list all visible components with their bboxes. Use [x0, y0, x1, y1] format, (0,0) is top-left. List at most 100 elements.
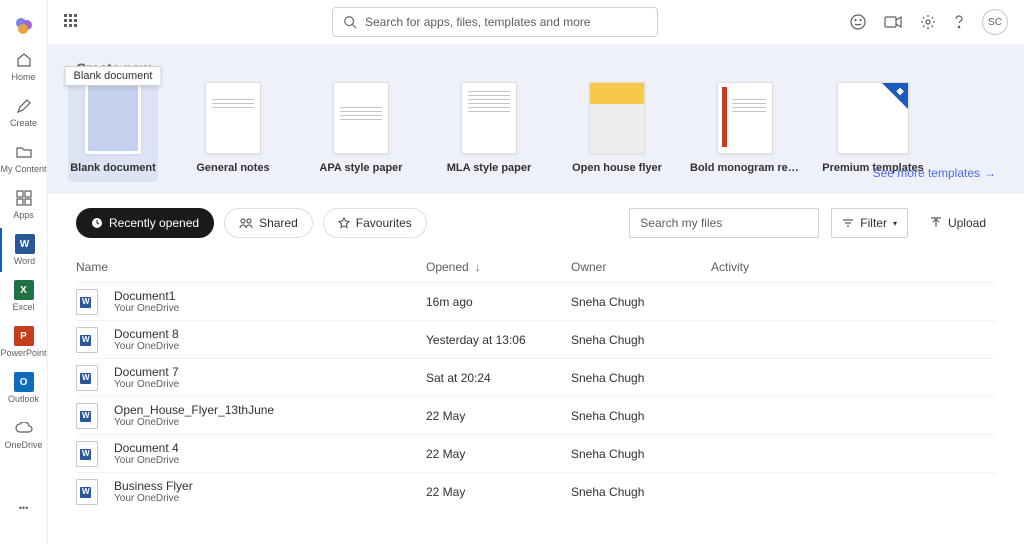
- table-row[interactable]: Business FlyerYour OneDrive22 MaySneha C…: [76, 472, 996, 510]
- arrow-right-icon: →: [984, 166, 996, 180]
- clock-icon: [91, 217, 103, 229]
- chevron-down-icon: ▾: [893, 219, 897, 228]
- search-my-files-input[interactable]: [629, 208, 819, 238]
- template-thumb: [589, 82, 645, 154]
- table-row[interactable]: Document1Your OneDrive 16m agoSneha Chugh: [76, 282, 996, 320]
- template-thumb: [85, 82, 141, 154]
- pencil-icon: [14, 96, 34, 116]
- filter-button[interactable]: Filter ▾: [831, 208, 908, 238]
- emoji-icon[interactable]: [850, 14, 866, 30]
- word-document-icon: [76, 327, 98, 353]
- template-thumb: [333, 82, 389, 154]
- file-location: Your OneDrive: [114, 417, 274, 428]
- create-new-heading: Create new: [76, 60, 996, 76]
- filter-icon: [842, 218, 854, 228]
- file-title: Business Flyer: [114, 479, 193, 493]
- table-row[interactable]: Document 4Your OneDrive 22 MaySneha Chugh: [76, 434, 996, 472]
- word-document-icon: [76, 479, 98, 505]
- file-owner: Sneha Chugh: [571, 333, 711, 347]
- word-document-icon: [76, 403, 98, 429]
- rail-outlook[interactable]: O Outlook: [0, 366, 48, 410]
- app-rail: Home Create My Content Apps W Word X Exc…: [0, 0, 48, 544]
- more-icon: •••: [14, 498, 34, 518]
- file-title: Document 8: [114, 327, 179, 341]
- rail-logo[interactable]: [0, 10, 48, 42]
- video-icon[interactable]: [884, 15, 902, 29]
- powerpoint-icon: P: [14, 326, 34, 346]
- upload-button[interactable]: Upload: [920, 208, 996, 238]
- file-opened: 22 May: [426, 447, 571, 461]
- main-content: SC Create new Blank document Blank docum…: [48, 0, 1024, 544]
- tab-favourites[interactable]: Favourites: [323, 208, 427, 238]
- outlook-icon: O: [14, 372, 34, 392]
- file-location: Your OneDrive: [114, 341, 179, 352]
- apps-icon: [14, 188, 34, 208]
- star-icon: [338, 217, 350, 229]
- template-thumb: [205, 82, 261, 154]
- tab-recently-opened[interactable]: Recently opened: [76, 208, 214, 238]
- excel-icon: X: [14, 280, 34, 300]
- word-document-icon: [76, 365, 98, 391]
- file-opened: 22 May: [426, 485, 571, 499]
- rail-onedrive[interactable]: OneDrive: [0, 412, 48, 456]
- col-activity[interactable]: Activity: [711, 260, 996, 274]
- search-input[interactable]: [365, 15, 647, 29]
- file-owner: Sneha Chugh: [571, 447, 711, 461]
- rail-mycontent[interactable]: My Content: [0, 136, 48, 180]
- file-title: Document 4: [114, 441, 179, 455]
- template-blank-document[interactable]: Blank document Blank document: [68, 74, 158, 182]
- settings-icon[interactable]: [920, 14, 936, 30]
- file-opened: 22 May: [426, 409, 571, 423]
- template-thumb: [461, 82, 517, 154]
- rail-powerpoint[interactable]: P PowerPoint: [0, 320, 48, 364]
- col-opened[interactable]: Opened ↓: [426, 260, 571, 274]
- word-document-icon: [76, 289, 98, 315]
- template-general-notes[interactable]: General notes: [188, 82, 278, 174]
- col-name[interactable]: Name: [76, 260, 426, 274]
- file-location: Your OneDrive: [114, 455, 179, 466]
- m365-logo-icon: [14, 16, 34, 36]
- col-owner[interactable]: Owner: [571, 260, 711, 274]
- topbar: SC: [48, 0, 1024, 44]
- table-row[interactable]: Document 8Your OneDrive Yesterday at 13:0…: [76, 320, 996, 358]
- app-launcher-icon[interactable]: [64, 14, 80, 30]
- template-open-house-flyer[interactable]: Open house flyer: [572, 82, 662, 174]
- global-search[interactable]: [332, 7, 658, 37]
- file-title: Document1: [114, 289, 179, 303]
- template-apa-paper[interactable]: APA style paper: [316, 82, 406, 174]
- rail-word[interactable]: W Word: [0, 228, 48, 272]
- table-header: Name Opened ↓ Owner Activity: [76, 252, 996, 282]
- template-bold-monogram[interactable]: Bold monogram res...: [700, 82, 790, 174]
- file-owner: Sneha Chugh: [571, 295, 711, 309]
- template-thumb: ◆: [837, 82, 909, 154]
- rail-apps[interactable]: Apps: [0, 182, 48, 226]
- rail-home[interactable]: Home: [0, 44, 48, 88]
- template-premium[interactable]: ◆ Premium templates: [828, 82, 918, 174]
- upload-icon: [930, 217, 942, 229]
- file-opened: Sat at 20:24: [426, 371, 571, 385]
- file-title: Document 7: [114, 365, 179, 379]
- help-icon[interactable]: [954, 14, 964, 30]
- search-icon: [343, 15, 357, 29]
- sort-down-icon: ↓: [475, 260, 481, 274]
- user-avatar[interactable]: SC: [982, 9, 1008, 35]
- file-filter-bar: Recently opened Shared Favourites Filter…: [48, 194, 1024, 252]
- tab-shared[interactable]: Shared: [224, 208, 313, 238]
- file-opened: 16m ago: [426, 295, 571, 309]
- see-more-templates-link[interactable]: See more templates →: [873, 166, 996, 180]
- file-opened: Yesterday at 13:06: [426, 333, 571, 347]
- table-row[interactable]: Open_House_Flyer_13thJuneYour OneDrive22…: [76, 396, 996, 434]
- table-row[interactable]: Document 7Your OneDriveSat at 20:24Sneha…: [76, 358, 996, 396]
- file-owner: Sneha Chugh: [571, 371, 711, 385]
- file-owner: Sneha Chugh: [571, 485, 711, 499]
- rail-create[interactable]: Create: [0, 90, 48, 134]
- rail-more[interactable]: •••: [0, 492, 48, 524]
- create-new-panel: Create new Blank document Blank document…: [48, 44, 1024, 194]
- premium-diamond-icon: ◆: [896, 86, 904, 97]
- template-mla-paper[interactable]: MLA style paper: [444, 82, 534, 174]
- rail-excel[interactable]: X Excel: [0, 274, 48, 318]
- home-icon: [14, 50, 34, 70]
- template-thumb: [717, 82, 773, 154]
- cloud-icon: [14, 418, 34, 438]
- file-location: Your OneDrive: [114, 303, 179, 314]
